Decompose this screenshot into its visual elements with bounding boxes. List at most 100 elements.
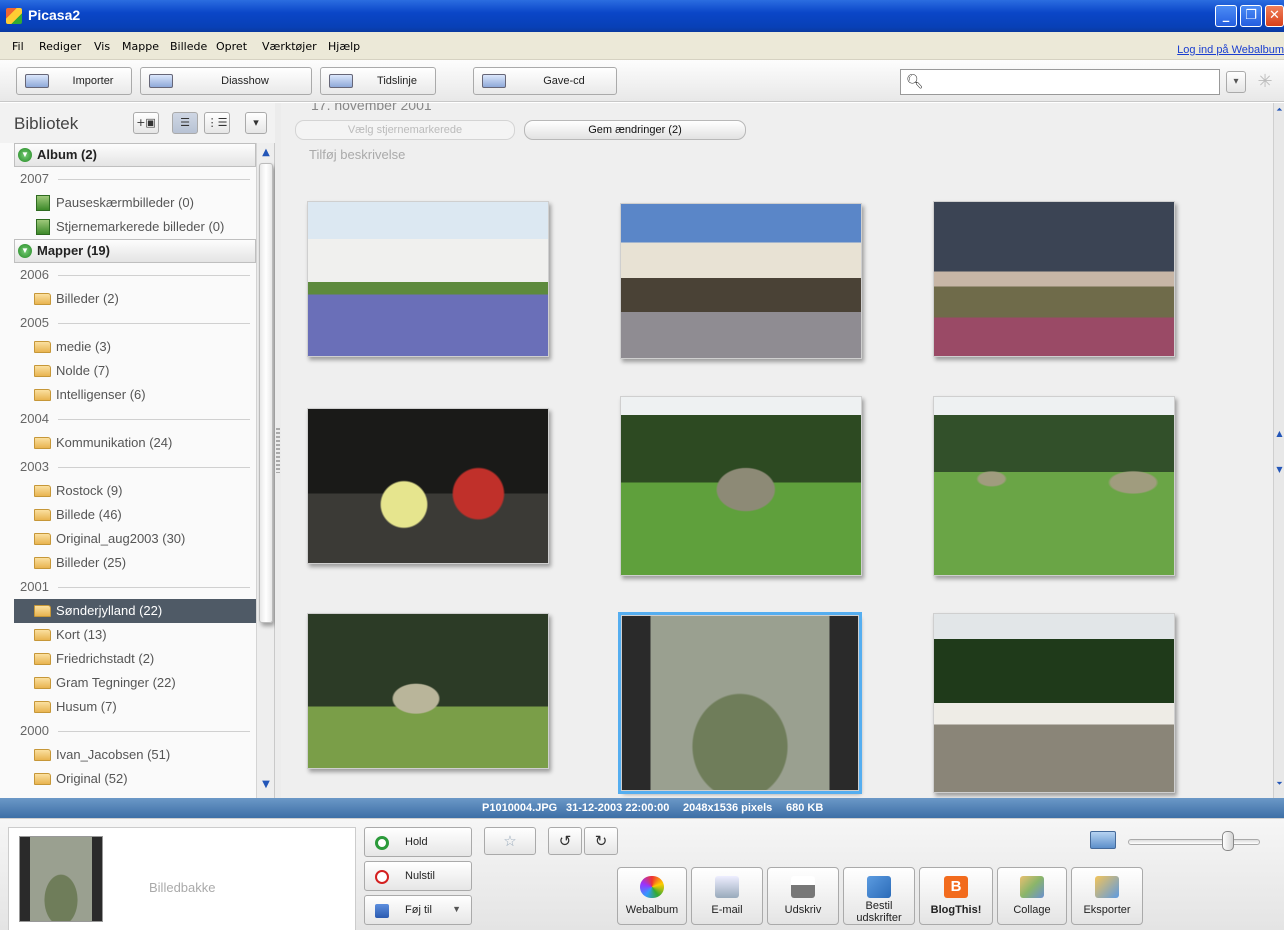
scroll-thumb[interactable]: [259, 163, 273, 623]
folder-item[interactable]: Kort (13): [14, 623, 256, 647]
email-button[interactable]: E-mail: [691, 867, 763, 925]
timeline-button[interactable]: Tidslinje: [320, 67, 436, 95]
menu-mappe[interactable]: Mappe: [122, 40, 159, 53]
photo-thumbnail[interactable]: [307, 201, 549, 357]
photo-thumbnail[interactable]: [307, 408, 549, 564]
scroll-top-icon[interactable]: ⏶: [1274, 105, 1284, 119]
folder-item[interactable]: medie (3): [14, 335, 256, 359]
folder-item[interactable]: Billede (46): [14, 503, 256, 527]
splitter-grip[interactable]: [276, 428, 280, 473]
folder-icon: [34, 341, 51, 353]
album-icon: [36, 195, 50, 211]
folder-item[interactable]: Original_aug2003 (30): [14, 527, 256, 551]
reset-button[interactable]: Nulstil: [364, 861, 472, 891]
scroll-up-icon[interactable]: ▲: [1274, 429, 1284, 443]
order-prints-button[interactable]: Bestil udskrifter: [843, 867, 915, 925]
folder-icon: [34, 293, 51, 305]
flat-view-button[interactable]: ☰: [172, 112, 198, 134]
menu-billede[interactable]: Billede: [170, 40, 207, 53]
zoom-slider[interactable]: [1128, 839, 1260, 845]
import-button[interactable]: Importer: [16, 67, 132, 95]
email-icon: [715, 876, 739, 898]
login-webalbum-link[interactable]: Log ind på Webalbum: [1177, 44, 1284, 56]
add-description-field[interactable]: Tilføj beskrivelse: [309, 147, 405, 162]
close-button[interactable]: ✕: [1265, 5, 1284, 27]
scroll-up-icon[interactable]: ▲: [259, 147, 273, 161]
folder-item[interactable]: Intelligenser (6): [14, 383, 256, 407]
folder-item[interactable]: Gram Tegninger (22): [14, 671, 256, 695]
year-divider: 2006: [14, 263, 256, 287]
scroll-down-icon[interactable]: ▼: [259, 779, 273, 793]
photo-thumbnail[interactable]: [620, 396, 862, 576]
photo-thumbnail[interactable]: [620, 203, 862, 359]
save-changes-button[interactable]: Gem ændringer (2): [524, 120, 746, 140]
library-panel: Bibliotek +▣ ☰ ⋮☰ ▾ ▼ Album (2) 2007 Paus…: [0, 103, 275, 798]
divider-line: [58, 467, 250, 468]
search-options-button[interactable]: ▾: [1226, 71, 1246, 93]
menu-vis[interactable]: Vis: [94, 40, 110, 53]
export-button[interactable]: Eksporter: [1071, 867, 1143, 925]
rotate-right-button[interactable]: ↻: [584, 827, 618, 855]
photo-thumbnail[interactable]: [933, 613, 1175, 793]
photo-thumbnail-selected[interactable]: [618, 612, 862, 794]
scroll-bottom-icon[interactable]: ⏷: [1274, 779, 1284, 793]
add-to-button[interactable]: Føj til ▼: [364, 895, 472, 925]
folder-group-header[interactable]: ▼ Mapper (19): [14, 239, 256, 263]
menu-rediger[interactable]: Rediger: [39, 40, 81, 53]
album-item[interactable]: Pauseskærmbilleder (0): [14, 191, 256, 215]
photo-browser: 17. november 2001 Vælg stjernemarkerede …: [281, 103, 1273, 798]
folder-item[interactable]: Billeder (25): [14, 551, 256, 575]
album-item[interactable]: Stjernemarkerede billeder (0): [14, 215, 256, 239]
folder-icon: [34, 389, 51, 401]
tray-thumbnail[interactable]: [19, 836, 103, 922]
menu-hjaelp[interactable]: Hjælp: [328, 40, 360, 53]
maximize-button[interactable]: ❐: [1240, 5, 1262, 27]
folder-item[interactable]: Husum (7): [14, 695, 256, 719]
photo-scrollbar[interactable]: ⏶ ▲ ▼ ⏷: [1273, 103, 1284, 798]
folder-item[interactable]: Nolde (7): [14, 359, 256, 383]
view-options-button[interactable]: ▾: [245, 112, 267, 134]
folder-item[interactable]: Friedrichstadt (2): [14, 647, 256, 671]
library-scrollbar[interactable]: ▲ ▼: [256, 143, 274, 798]
menu-opret[interactable]: Opret: [216, 40, 247, 53]
rotate-left-button[interactable]: ↺: [548, 827, 582, 855]
hold-button[interactable]: Hold: [364, 827, 472, 857]
menu-vaerktoejer[interactable]: Værktøjer: [262, 40, 317, 53]
gift-cd-button[interactable]: Gave-cd: [473, 67, 617, 95]
album-group-header[interactable]: ▼ Album (2): [14, 143, 256, 167]
folder-item[interactable]: Kommunikation (24): [14, 431, 256, 455]
collapse-toggle-icon[interactable]: ▼: [18, 244, 32, 258]
tree-view-button[interactable]: ⋮☰: [204, 112, 230, 134]
scroll-down-icon[interactable]: ▼: [1274, 465, 1284, 479]
year-divider: 2001: [14, 575, 256, 599]
photo-thumbnail[interactable]: [933, 396, 1175, 576]
folder-icon: [34, 629, 51, 641]
folder-item[interactable]: Sønderjylland (22): [14, 599, 256, 623]
collapse-toggle-icon[interactable]: ▼: [18, 148, 32, 162]
print-button[interactable]: Udskriv: [767, 867, 839, 925]
collage-button[interactable]: Collage: [997, 867, 1067, 925]
folder-icon: [34, 509, 51, 521]
select-starred-button[interactable]: Vælg stjernemarkerede: [295, 120, 515, 140]
folder-icon: [34, 677, 51, 689]
webalbum-button[interactable]: Webalbum: [617, 867, 687, 925]
photo-thumbnail[interactable]: [933, 201, 1175, 357]
new-album-button[interactable]: +▣: [133, 112, 159, 134]
menu-fil[interactable]: Fil: [12, 40, 24, 53]
photo-dimensions: 2048x1536 pixels: [683, 802, 773, 814]
search-box[interactable]: 🔍︎: [900, 69, 1220, 95]
blogthis-button[interactable]: B BlogThis!: [919, 867, 993, 925]
folder-item[interactable]: Ivan_Jacobsen (51): [14, 743, 256, 767]
slideshow-button[interactable]: Diasshow: [140, 67, 312, 95]
photo-thumbnail[interactable]: [307, 613, 549, 769]
folder-item[interactable]: Original (52): [14, 767, 256, 791]
photo-tray[interactable]: Billedbakke: [8, 827, 356, 930]
zoom-slider-handle[interactable]: [1222, 831, 1234, 851]
album-icon: [36, 219, 50, 235]
folder-item[interactable]: Rostock (9): [14, 479, 256, 503]
folder-date: 17. november 2001: [311, 103, 432, 113]
star-button[interactable]: ☆: [484, 827, 536, 855]
minimize-button[interactable]: _: [1215, 5, 1237, 27]
folder-item[interactable]: Billeder (2): [14, 287, 256, 311]
search-input[interactable]: [925, 73, 1215, 91]
